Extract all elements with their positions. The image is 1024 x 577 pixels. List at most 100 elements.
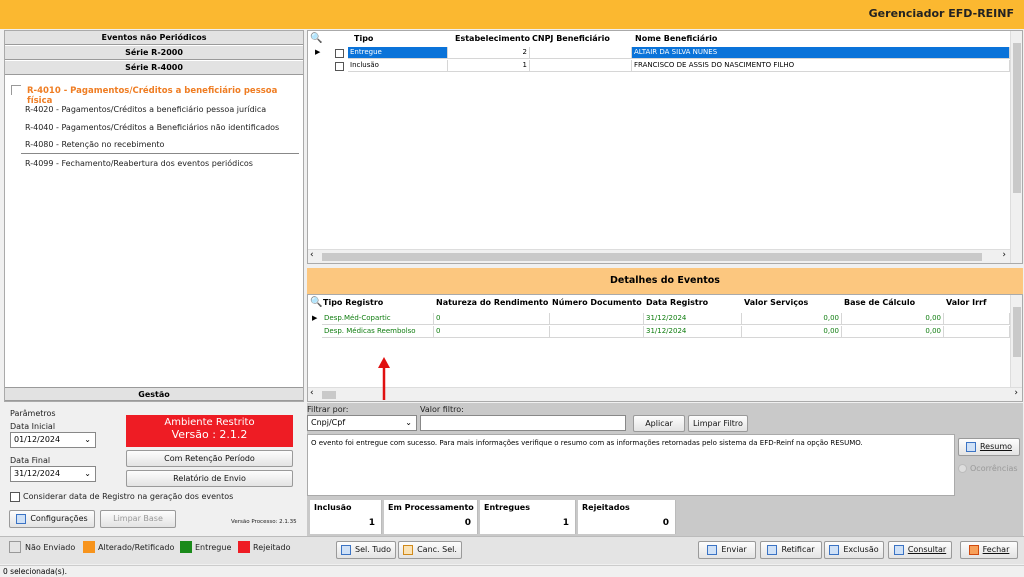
search-icon[interactable]: 🔍 bbox=[310, 33, 322, 44]
cell-numero-documento[interactable] bbox=[550, 326, 644, 338]
cell-estab[interactable]: 2 bbox=[448, 47, 530, 59]
cell-natureza[interactable]: 0 bbox=[434, 313, 550, 325]
section-serie-r2000[interactable]: Série R-2000 bbox=[5, 46, 303, 60]
row-checkbox[interactable] bbox=[335, 62, 344, 71]
cell-valor-irrf[interactable] bbox=[944, 326, 1010, 338]
col-numero-documento[interactable]: Número Documento bbox=[552, 298, 642, 307]
scroll-thumb[interactable] bbox=[1013, 307, 1021, 357]
col-cnpj[interactable]: CNPJ Beneficiário bbox=[532, 34, 610, 43]
vertical-scrollbar[interactable] bbox=[1010, 295, 1022, 387]
section-eventos-nao-periodicos[interactable]: Eventos não Periódicos bbox=[5, 31, 303, 45]
details-grid: 🔍 Tipo Registro Natureza do Rendimento N… bbox=[307, 294, 1023, 402]
cell-base-calculo[interactable]: 0,00 bbox=[842, 326, 944, 338]
col-valor-irrf[interactable]: Valor Irrf bbox=[946, 298, 986, 307]
considerar-data-checkbox[interactable] bbox=[10, 492, 20, 502]
section-serie-r4000[interactable]: Série R-4000 bbox=[5, 61, 303, 75]
chevron-down-icon[interactable]: ⌄ bbox=[405, 416, 412, 430]
canc-sel-button[interactable]: Canc. Sel. bbox=[398, 541, 462, 559]
row-checkbox[interactable] bbox=[335, 49, 344, 58]
menu-r4010[interactable]: R-4010 - Pagamentos/Créditos a beneficiá… bbox=[27, 86, 303, 106]
chevron-left-icon[interactable]: ‹ bbox=[310, 250, 314, 260]
data-inicial-field[interactable]: 01/12/2024 ⌄ bbox=[10, 432, 96, 448]
horizontal-scrollbar[interactable]: ‹ › bbox=[308, 387, 1022, 401]
col-valor-servicos[interactable]: Valor Serviços bbox=[744, 298, 808, 307]
col-estabelecimento[interactable]: Estabelecimento bbox=[455, 34, 530, 43]
legend-nao-enviado: Não Enviado bbox=[25, 543, 76, 552]
cell-nome[interactable]: FRANCISCO DE ASSIS DO NASCIMENTO FILHO bbox=[632, 60, 1010, 72]
row-pointer-icon: ▶ bbox=[312, 314, 318, 322]
versao-label: Versão : 2.1.2 bbox=[171, 428, 248, 441]
chevron-down-icon[interactable]: ⌄ bbox=[84, 433, 91, 447]
col-tipo[interactable]: Tipo bbox=[354, 34, 373, 43]
ocorrencias-button[interactable]: Ocorrências bbox=[958, 460, 1020, 478]
title-bar: Gerenciador EFD-REINF bbox=[0, 0, 1024, 29]
resumo-button[interactable]: Resumo bbox=[958, 438, 1020, 456]
filtrar-select[interactable]: Cnpj/Cpf ⌄ bbox=[307, 415, 417, 431]
menu-r4020[interactable]: R-4020 - Pagamentos/Créditos a beneficiá… bbox=[25, 105, 266, 114]
cell-nome[interactable]: ALTAIR DA SILVA NUNES bbox=[632, 47, 1010, 59]
cell-tipo[interactable]: Inclusão bbox=[348, 60, 448, 72]
sel-tudo-button[interactable]: Sel. Tudo bbox=[336, 541, 396, 559]
scroll-thumb[interactable] bbox=[322, 391, 336, 399]
cell-data-registro[interactable]: 31/12/2024 bbox=[644, 313, 742, 325]
cell-natureza[interactable]: 0 bbox=[434, 326, 550, 338]
cell-tipo[interactable]: Entregue bbox=[348, 47, 448, 59]
configuracoes-button[interactable]: Configurações bbox=[9, 510, 95, 528]
menu-r4080[interactable]: R-4080 - Retenção no recebimento bbox=[25, 140, 164, 149]
cell-tipo-registro[interactable]: Desp.Méd-Copartic bbox=[322, 313, 434, 325]
cell-data-registro[interactable]: 31/12/2024 bbox=[644, 326, 742, 338]
message-box: O evento foi entregue com sucesso. Para … bbox=[307, 434, 955, 496]
considerar-data-label: Considerar data de Registro na geração d… bbox=[23, 492, 234, 501]
col-tipo-registro[interactable]: Tipo Registro bbox=[323, 298, 383, 307]
col-data-registro[interactable]: Data Registro bbox=[646, 298, 708, 307]
exclusao-button[interactable]: Exclusão bbox=[824, 541, 884, 559]
cell-estab[interactable]: 1 bbox=[448, 60, 530, 72]
chevron-right-icon[interactable]: › bbox=[1014, 388, 1018, 398]
message-text: O evento foi entregue com sucesso. Para … bbox=[311, 439, 863, 447]
canc-sel-label: Canc. Sel. bbox=[417, 545, 457, 554]
chevron-left-icon[interactable]: ‹ bbox=[310, 388, 314, 398]
chevron-down-icon[interactable]: ⌄ bbox=[84, 467, 91, 481]
horizontal-scrollbar[interactable]: ‹ › bbox=[308, 249, 1010, 263]
cell-valor-servicos[interactable]: 0,00 bbox=[742, 313, 842, 325]
com-retencao-button[interactable]: Com Retenção Período bbox=[126, 450, 293, 467]
left-panel: Eventos não Periódicos Série R-2000 Séri… bbox=[4, 30, 304, 402]
menu-r4040[interactable]: R-4040 - Pagamentos/Créditos a Beneficiá… bbox=[25, 123, 279, 132]
cell-numero-documento[interactable] bbox=[550, 313, 644, 325]
scroll-thumb[interactable] bbox=[322, 253, 982, 261]
send-icon bbox=[707, 544, 718, 555]
ocorrencias-label: Ocorrências bbox=[970, 464, 1018, 473]
aplicar-button[interactable]: Aplicar bbox=[633, 415, 685, 432]
search-icon[interactable]: 🔍 bbox=[310, 297, 322, 308]
red-arrow-annotation bbox=[378, 357, 390, 400]
col-natureza[interactable]: Natureza do Rendimento bbox=[436, 298, 548, 307]
cell-base-calculo[interactable]: 0,00 bbox=[842, 313, 944, 325]
scroll-thumb[interactable] bbox=[1013, 43, 1021, 193]
cell-tipo-registro[interactable]: Desp. Médicas Reembolso bbox=[322, 326, 434, 338]
chevron-right-icon[interactable]: › bbox=[1002, 250, 1006, 260]
data-final-field[interactable]: 31/12/2024 ⌄ bbox=[10, 466, 96, 482]
limpar-base-button[interactable]: Limpar Base bbox=[100, 510, 176, 528]
col-base-calculo[interactable]: Base de Cálculo bbox=[844, 298, 915, 307]
valor-filtro-input[interactable] bbox=[420, 415, 626, 431]
legend-color-nao-enviado bbox=[9, 541, 21, 553]
menu-r4099[interactable]: R-4099 - Fechamento/Reabertura dos event… bbox=[25, 159, 253, 168]
fechar-button[interactable]: Fechar bbox=[960, 541, 1018, 559]
retificar-button[interactable]: Retificar bbox=[760, 541, 822, 559]
legend-alterado: Alterado/Retificado bbox=[98, 543, 175, 552]
limpar-filtro-button[interactable]: Limpar Filtro bbox=[688, 415, 748, 432]
section-gestao[interactable]: Gestão bbox=[5, 387, 303, 401]
consultar-button[interactable]: Consultar bbox=[888, 541, 952, 559]
undo-icon bbox=[403, 544, 414, 555]
cell-cnpj[interactable] bbox=[530, 60, 632, 72]
relatorio-envio-button[interactable]: Relatório de Envio bbox=[126, 470, 293, 487]
cell-valor-servicos[interactable]: 0,00 bbox=[742, 326, 842, 338]
col-nome[interactable]: Nome Beneficiário bbox=[635, 34, 717, 43]
cell-cnpj[interactable] bbox=[530, 47, 632, 59]
enviar-button[interactable]: Enviar bbox=[698, 541, 756, 559]
data-inicial-label: Data Inicial bbox=[10, 422, 56, 431]
app-title: Gerenciador EFD-REINF bbox=[868, 7, 1014, 20]
vertical-scrollbar[interactable] bbox=[1010, 31, 1022, 263]
cell-valor-irrf[interactable] bbox=[944, 313, 1010, 325]
versao-processo: Versão Processo: 2.1.35 bbox=[231, 519, 297, 525]
